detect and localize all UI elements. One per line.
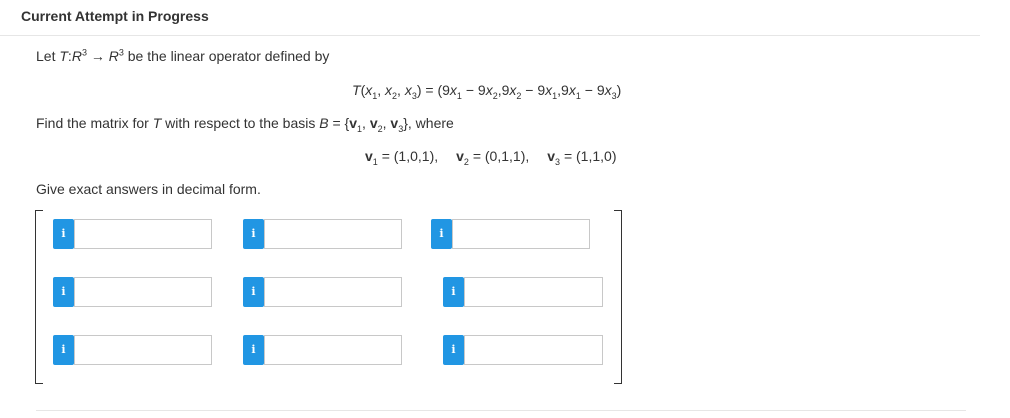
answer-input-r1c2[interactable] bbox=[264, 219, 402, 249]
basis-statement: Find the matrix for T with respect to th… bbox=[36, 115, 454, 134]
question-page: Current Attempt in Progress Let T:R3 → R… bbox=[0, 0, 1010, 418]
answer-input-r2c2[interactable] bbox=[264, 277, 402, 307]
answer-input-r2c3[interactable] bbox=[464, 277, 603, 307]
matrix-left-bracket bbox=[35, 210, 43, 384]
answer-input-r3c2[interactable] bbox=[264, 335, 402, 365]
answer-input-r1c1[interactable] bbox=[74, 219, 212, 249]
answer-input-r2c1[interactable] bbox=[74, 277, 212, 307]
transformation-formula: T(x1, x2, x3) = (9x1 − 9x2,9x2 − 9x1,9x1… bbox=[352, 82, 622, 101]
info-icon[interactable]: i bbox=[243, 219, 264, 249]
matrix-right-bracket bbox=[614, 210, 622, 384]
info-icon[interactable]: i bbox=[53, 219, 74, 249]
question-intro: Let T:R3 → R3 be the linear operator def… bbox=[36, 47, 330, 64]
info-icon[interactable]: i bbox=[431, 219, 452, 249]
info-icon[interactable]: i bbox=[53, 277, 74, 307]
info-icon[interactable]: i bbox=[53, 335, 74, 365]
attempt-header: Current Attempt in Progress bbox=[0, 0, 980, 36]
attempt-status-title: Current Attempt in Progress bbox=[21, 8, 209, 24]
basis-vectors: v1 = (1,0,1), v2 = (0,1,1), v3 = (1,1,0) bbox=[365, 148, 617, 167]
answer-input-r3c3[interactable] bbox=[464, 335, 603, 365]
info-icon[interactable]: i bbox=[243, 277, 264, 307]
answer-input-r1c3[interactable] bbox=[452, 219, 590, 249]
info-icon[interactable]: i bbox=[443, 335, 464, 365]
answer-instruction: Give exact answers in decimal form. bbox=[36, 181, 261, 197]
section-divider bbox=[36, 410, 966, 411]
info-icon[interactable]: i bbox=[243, 335, 264, 365]
answer-input-r3c1[interactable] bbox=[74, 335, 212, 365]
info-icon[interactable]: i bbox=[443, 277, 464, 307]
